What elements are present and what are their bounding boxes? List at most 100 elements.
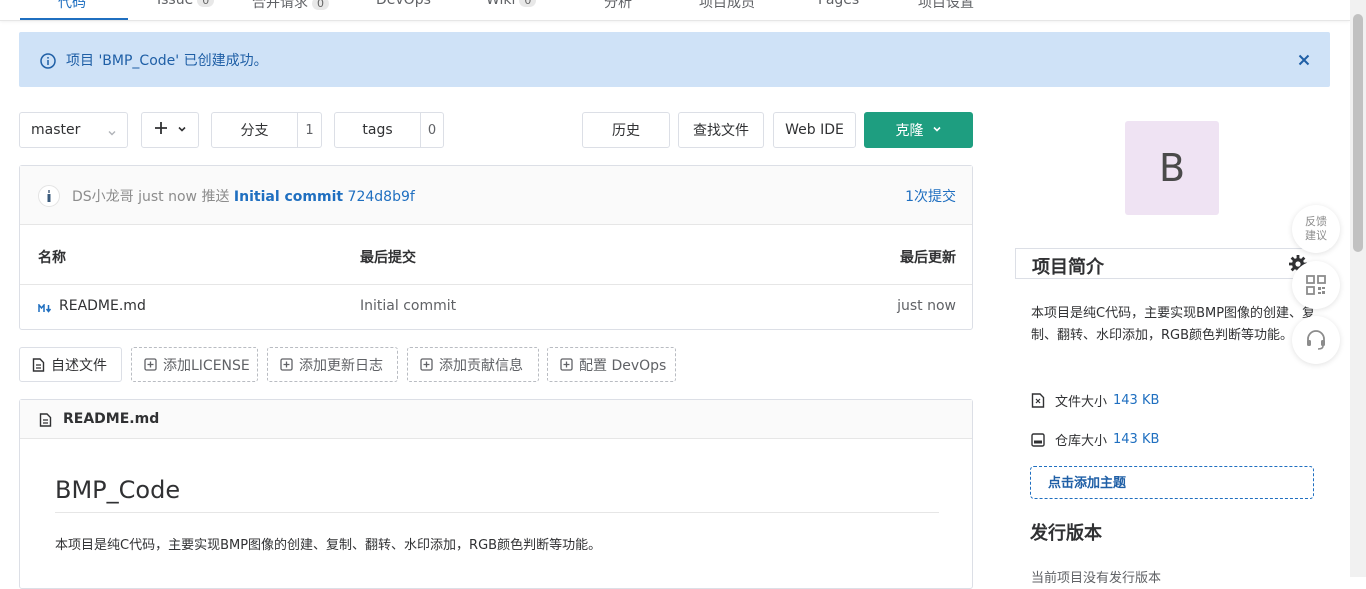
clone-button[interactable]: 克隆 xyxy=(864,112,973,148)
add-topic-button[interactable]: 点击添加主题 xyxy=(1030,466,1314,499)
project-avatar: B xyxy=(1125,121,1219,215)
alert-message: 项目 'BMP_Code' 已创建成功。 xyxy=(66,53,268,69)
branches-button[interactable]: 分支 xyxy=(212,113,298,147)
feedback-button[interactable]: 反馈 建议 xyxy=(1292,205,1340,253)
scrollbar-thumb[interactable] xyxy=(1353,14,1363,252)
tab-merge-requests-label: 合并请求 xyxy=(252,0,308,11)
tab-members[interactable]: 项目成员 xyxy=(699,0,755,12)
repo-size-row: 仓库大小 143 KB xyxy=(1031,430,1159,449)
last-commit-row: DS小龙哥 just now 推送 Initial commit 724d8b9… xyxy=(20,166,972,225)
commit-message-link[interactable]: Initial commit xyxy=(234,189,343,205)
tab-pages[interactable]: Pages xyxy=(818,0,859,8)
active-tab-indicator xyxy=(20,18,128,20)
tab-issue-count: 0 xyxy=(197,0,215,7)
configure-devops-label: 配置 DevOps xyxy=(579,357,667,374)
col-last-commit-header: 最后提交 xyxy=(360,250,416,266)
info-icon xyxy=(40,53,56,69)
branch-select-value: master xyxy=(31,122,81,138)
tab-wiki[interactable]: Wiki 0 xyxy=(486,0,537,8)
branch-select[interactable]: master xyxy=(19,112,128,148)
plus-square-icon xyxy=(560,358,573,371)
commit-summary: DS小龙哥 just now 推送 Initial commit 724d8b9… xyxy=(72,186,415,206)
add-changelog-label: 添加更新日志 xyxy=(299,357,383,374)
tab-code[interactable]: 代码 xyxy=(58,0,86,12)
file-last-commit[interactable]: Initial commit xyxy=(360,298,456,314)
file-size-row: 文件大小 143 KB xyxy=(1031,391,1159,410)
repo-file-panel: DS小龙哥 just now 推送 Initial commit 724d8b9… xyxy=(19,165,973,330)
close-icon[interactable] xyxy=(1296,52,1312,68)
release-title: 发行版本 xyxy=(1030,523,1102,544)
clone-button-label: 克隆 xyxy=(895,123,924,139)
plus-icon xyxy=(154,121,168,139)
tab-merge-requests[interactable]: 合并请求 0 xyxy=(252,0,329,12)
repo-size-label: 仓库大小 xyxy=(1055,434,1108,449)
intro-title: 项目简介 xyxy=(1032,257,1104,278)
col-name-header: 名称 xyxy=(38,250,66,266)
file-size-label: 文件大小 xyxy=(1055,395,1108,410)
repo-size-icon xyxy=(1031,432,1045,447)
col-last-update-header: 最后更新 xyxy=(900,250,956,266)
markdown-icon xyxy=(38,301,52,317)
page-scrollbar[interactable] xyxy=(1350,0,1366,577)
commit-author[interactable]: DS小龙哥 xyxy=(72,189,134,205)
tags-button[interactable]: tags xyxy=(335,113,421,147)
commit-time: just now xyxy=(138,189,198,205)
add-menu-button[interactable] xyxy=(141,112,199,148)
tab-wiki-count: 0 xyxy=(519,0,537,7)
branches-group[interactable]: 分支 1 xyxy=(211,112,322,148)
success-alert: 项目 'BMP_Code' 已创建成功。 xyxy=(19,32,1330,87)
add-license-button[interactable]: 添加LICENSE xyxy=(131,347,258,382)
commit-action: 推送 xyxy=(201,189,230,205)
add-license-label: 添加LICENSE xyxy=(163,357,250,374)
tab-merge-requests-count: 0 xyxy=(312,0,329,10)
intro-description: 本项目是纯C代码，主要实现BMP图像的创建、复制、翻转、水印添加，RGB颜色判断… xyxy=(1031,306,1316,343)
tab-settings[interactable]: 项目设置 xyxy=(918,0,974,12)
commit-hash-link[interactable]: 724d8b9f xyxy=(348,189,415,205)
add-contributing-button[interactable]: 添加贡献信息 xyxy=(407,347,539,382)
readme-header: README.md xyxy=(20,400,972,439)
readme-button-label: 自述文件 xyxy=(51,357,107,374)
project-tabs: 代码 Issue 0 合并请求 0 DevOps Wiki 0 分析 项目成员 Pag… xyxy=(0,0,1350,21)
tags-count: 0 xyxy=(427,122,437,138)
add-contributing-label: 添加贡献信息 xyxy=(439,357,523,374)
readme-button[interactable]: 自述文件 xyxy=(19,347,122,382)
chevron-down-icon xyxy=(107,126,117,142)
table-row[interactable]: README.md Initial commit just now xyxy=(20,285,972,329)
chevron-down-icon xyxy=(177,122,187,138)
plus-square-icon xyxy=(420,358,433,371)
headset-icon[interactable] xyxy=(1292,316,1340,364)
file-name-link[interactable]: README.md xyxy=(59,298,146,314)
readme-panel: README.md BMP_Code 本项目是纯C代码，主要实现BMP图像的创建… xyxy=(19,399,973,589)
history-button[interactable]: 历史 xyxy=(582,112,670,148)
tab-devops[interactable]: DevOps xyxy=(376,0,431,8)
add-changelog-button[interactable]: 添加更新日志 xyxy=(267,347,398,382)
file-size-value: 143 KB xyxy=(1113,393,1160,408)
tab-wiki-label: Wiki xyxy=(486,0,516,8)
tab-issue-label: Issue xyxy=(157,0,194,8)
branches-count: 1 xyxy=(305,122,314,138)
file-table-header: 名称 最后提交 最后更新 xyxy=(20,225,972,285)
plus-square-icon xyxy=(144,358,157,371)
feedback-line2: 建议 xyxy=(1305,229,1327,242)
qrcode-icon[interactable] xyxy=(1292,261,1340,309)
readme-body: 本项目是纯C代码，主要实现BMP图像的创建、复制、翻转、水印添加，RGB颜色判断… xyxy=(55,538,602,553)
divider xyxy=(55,512,939,513)
avatar[interactable] xyxy=(38,185,60,207)
find-file-button[interactable]: 查找文件 xyxy=(678,112,764,148)
plus-square-icon xyxy=(280,358,293,371)
file-icon xyxy=(39,413,52,431)
readme-filename: README.md xyxy=(63,411,160,427)
tab-issue[interactable]: Issue 0 xyxy=(157,0,215,8)
chevron-down-icon xyxy=(932,122,942,138)
file-last-update: just now xyxy=(897,298,956,314)
web-ide-button[interactable]: Web IDE xyxy=(773,112,856,148)
file-size-icon xyxy=(1031,393,1045,408)
tags-group[interactable]: tags 0 xyxy=(334,112,444,148)
feedback-line1: 反馈 xyxy=(1305,215,1327,228)
file-icon xyxy=(32,357,45,372)
tab-analytics[interactable]: 分析 xyxy=(604,0,632,12)
repo-size-value: 143 KB xyxy=(1113,432,1160,447)
commits-count-link[interactable]: 1次提交 xyxy=(905,186,956,206)
configure-devops-button[interactable]: 配置 DevOps xyxy=(547,347,676,382)
intro-header: 项目简介 xyxy=(1015,248,1330,279)
